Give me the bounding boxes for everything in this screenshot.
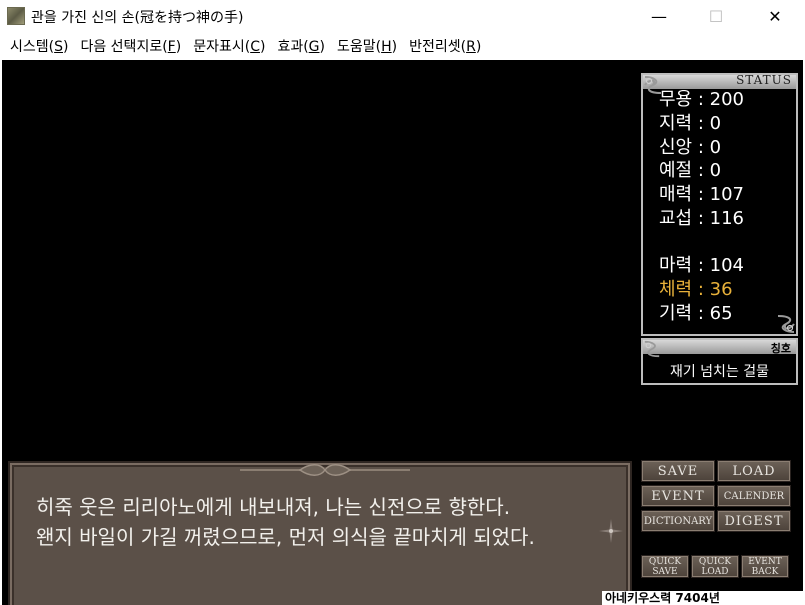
- close-button[interactable]: ✕: [752, 0, 798, 33]
- message-box[interactable]: 히죽 웃은 리리아노에게 내보내져, 나는 신전으로 향한다. 왠지 바일이 가…: [8, 461, 632, 605]
- honorific-header: 칭호: [643, 340, 796, 355]
- calender-button[interactable]: CALENDER: [717, 485, 791, 507]
- menu-reverse-reset[interactable]: 반전리셋(R): [403, 36, 487, 56]
- honorific-panel: 칭호 재기 넘치는 걸물: [641, 338, 798, 385]
- honorific-value: 재기 넘치는 걸물: [669, 364, 770, 380]
- stat-etiquette: 예절 : 0: [659, 160, 722, 181]
- load-button[interactable]: LOAD: [717, 460, 791, 482]
- title-bar[interactable]: 관을 가진 신의 손(冠を持つ神の手) — ☐ ✕: [0, 0, 805, 33]
- menu-system[interactable]: 시스템(S): [4, 36, 74, 56]
- message-line-2: 왠지 바일이 가길 꺼렸으므로, 먼저 의식을 끝마치게 되었다.: [36, 525, 535, 549]
- status-title: STATUS: [736, 73, 792, 87]
- date-text: 아네키우스력 7404년: [605, 591, 720, 605]
- stat-energy: 기력 : 65: [659, 303, 733, 324]
- event-button[interactable]: EVENT: [641, 485, 715, 507]
- digest-button[interactable]: DIGEST: [717, 510, 791, 532]
- stat-negotiation: 교섭 : 116: [659, 208, 744, 229]
- menu-effects[interactable]: 효과(G): [271, 36, 331, 56]
- message-line-1: 히죽 웃은 리리아노에게 내보내져, 나는 신전으로 향한다.: [36, 495, 511, 519]
- save-button[interactable]: SAVE: [641, 460, 715, 482]
- sparkle-icon: [599, 519, 623, 543]
- game-screen[interactable]: STATUS 무용 : 200 지력 : 0 신앙 : 0 예절 : 0 매력 …: [2, 60, 803, 605]
- menu-next-choice[interactable]: 다음 선택지로(F): [74, 36, 187, 56]
- quick-load-button[interactable]: QUICK LOAD: [691, 555, 739, 578]
- menu-help[interactable]: 도움말(H): [331, 36, 403, 56]
- maximize-button[interactable]: ☐: [693, 0, 739, 33]
- ornament-icon: [240, 464, 410, 476]
- celtic-knot-icon: [777, 315, 795, 333]
- app-icon: [7, 7, 25, 25]
- dictionary-button[interactable]: DICTIONARY: [641, 510, 715, 532]
- status-panel: STATUS 무용 : 200 지력 : 0 신앙 : 0 예절 : 0 매력 …: [641, 73, 798, 336]
- stat-charm: 매력 : 107: [659, 184, 744, 205]
- stat-intellect: 지력 : 0: [659, 113, 722, 134]
- menu-bar: 시스템(S) 다음 선택지로(F) 문자표시(C) 효과(G) 도움말(H) 반…: [0, 33, 805, 58]
- honorific-label: 칭호: [770, 342, 791, 355]
- stat-stamina: 체력 : 36: [659, 279, 733, 300]
- minimize-button[interactable]: —: [636, 0, 682, 33]
- stat-magic: 마력 : 104: [659, 255, 744, 276]
- menu-text-display[interactable]: 문자표시(C): [187, 36, 271, 56]
- quick-save-button[interactable]: QUICK SAVE: [641, 555, 689, 578]
- stat-valor: 무용 : 200: [659, 89, 744, 110]
- event-back-button[interactable]: EVENT BACK: [741, 555, 789, 578]
- date-display: 아네키우스력 7404년: [602, 591, 803, 605]
- window-title: 관을 가진 신의 손(冠を持つ神の手): [31, 10, 244, 26]
- celtic-knot-icon: [644, 340, 660, 358]
